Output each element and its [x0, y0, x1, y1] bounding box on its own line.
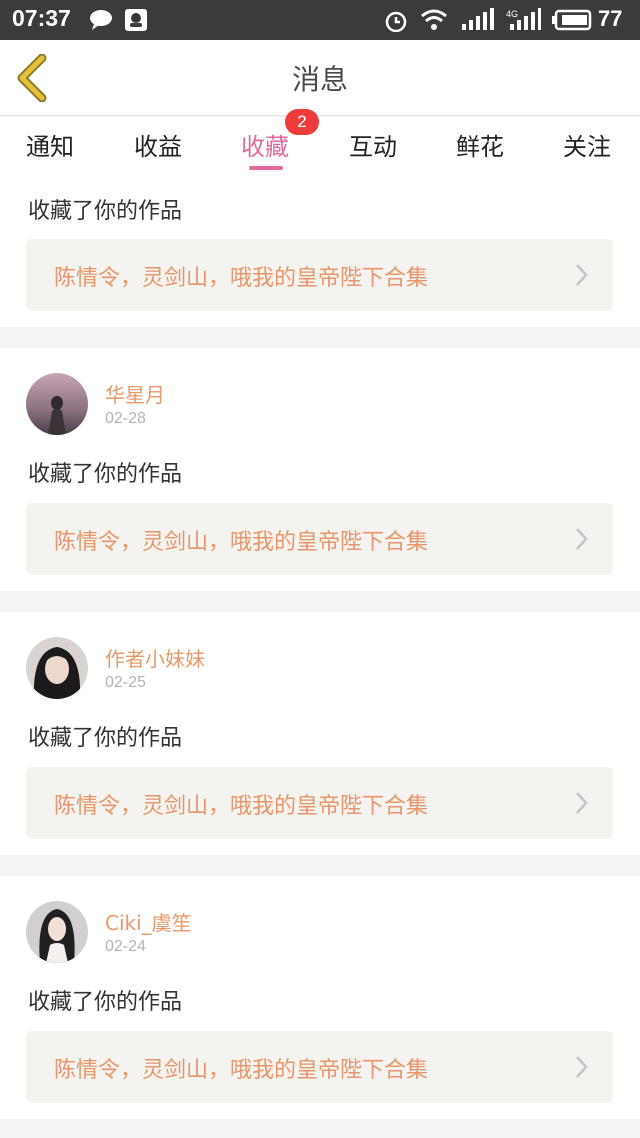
header: 消息 — [0, 40, 640, 116]
message-date: 02-25 — [105, 674, 146, 691]
battery-level: 77 — [598, 6, 623, 31]
tab-flowers[interactable]: 鲜花 — [456, 127, 504, 162]
message-date: 02-24 — [105, 938, 146, 955]
work-link[interactable]: 陈情令，灵剑山，哦我的皇帝陛下合集 — [26, 1031, 613, 1103]
chevron-right-icon — [576, 264, 588, 286]
signal-icon — [462, 8, 494, 30]
work-link[interactable]: 陈情令，灵剑山，哦我的皇帝陛下合集 — [26, 239, 613, 311]
message-action: 收藏了你的作品 — [28, 990, 183, 1015]
tab-following[interactable]: 关注 — [563, 127, 611, 162]
avatar[interactable] — [26, 373, 88, 435]
page-title: 消息 — [291, 63, 348, 96]
chevron-right-icon — [576, 1056, 588, 1078]
message-action: 收藏了你的作品 — [28, 462, 183, 487]
4g-signal-icon: 4G — [506, 8, 541, 30]
message-card: Ciki_虞笙 02-24 收藏了你的作品 陈情令，灵剑山，哦我的皇帝陛下合集 — [0, 876, 640, 1119]
tab-interactions[interactable]: 互动 — [349, 127, 397, 162]
status-time: 07:37 — [12, 5, 71, 31]
work-title: 陈情令，灵剑山，哦我的皇帝陛下合集 — [54, 1058, 429, 1083]
tab-bar: 通知 收益 收藏 互动 鲜花 关注 — [0, 117, 640, 177]
chevron-right-icon — [576, 528, 588, 550]
message-card: 华星月 02-28 收藏了你的作品 陈情令，灵剑山，哦我的皇帝陛下合集 — [0, 348, 640, 591]
message-action: 收藏了你的作品 — [28, 199, 183, 224]
tab-favorites[interactable]: 收藏 — [241, 127, 289, 162]
chevron-right-icon — [576, 792, 588, 814]
work-title: 陈情令，灵剑山，哦我的皇帝陛下合集 — [54, 530, 429, 555]
svg-text:4G: 4G — [506, 9, 518, 19]
battery-icon — [552, 9, 592, 31]
username[interactable]: 作者小妹妹 — [105, 643, 205, 672]
status-bar: 07:37 4G 77 — [0, 0, 640, 40]
work-link[interactable]: 陈情令，灵剑山，哦我的皇帝陛下合集 — [26, 767, 613, 839]
avatar[interactable] — [26, 637, 88, 699]
wifi-icon — [421, 9, 447, 30]
avatar[interactable] — [26, 901, 88, 963]
tab-notifications[interactable]: 通知 — [26, 127, 74, 162]
active-tab-indicator — [249, 166, 283, 170]
username[interactable]: Ciki_虞笙 — [105, 907, 192, 936]
work-title: 陈情令，灵剑山，哦我的皇帝陛下合集 — [54, 266, 429, 291]
alarm-icon — [385, 11, 407, 32]
username[interactable]: 华星月 — [105, 379, 165, 408]
work-title: 陈情令，灵剑山，哦我的皇帝陛下合集 — [54, 794, 429, 819]
unread-badge: 2 — [285, 109, 319, 135]
chat-bubble-icon — [90, 10, 112, 30]
message-action: 收藏了你的作品 — [28, 726, 183, 751]
work-link[interactable]: 陈情令，灵剑山，哦我的皇帝陛下合集 — [26, 503, 613, 575]
qq-icon — [125, 9, 147, 31]
tab-earnings[interactable]: 收益 — [134, 127, 182, 162]
message-card: 作者小妹妹 02-25 收藏了你的作品 陈情令，灵剑山，哦我的皇帝陛下合集 — [0, 612, 640, 855]
message-card: 收藏了你的作品 陈情令，灵剑山，哦我的皇帝陛下合集 — [0, 177, 640, 327]
message-date: 02-28 — [105, 410, 146, 427]
